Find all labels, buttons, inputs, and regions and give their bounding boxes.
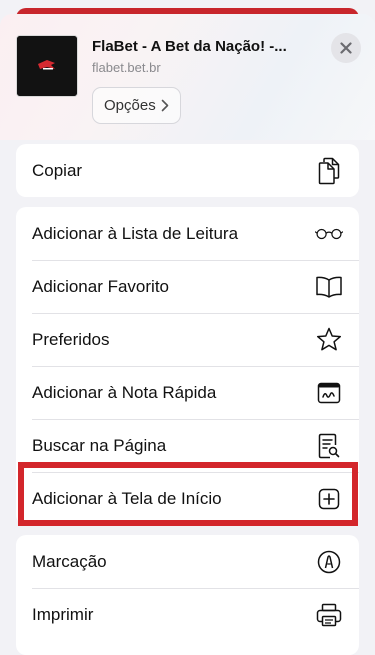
share-sheet-header: FlaBet - A Bet da Nação! -... flabet.bet… xyxy=(0,14,375,140)
markup-icon xyxy=(315,548,343,576)
action-label: Preferidos xyxy=(32,329,110,349)
action-label: Marcação xyxy=(32,551,107,571)
book-icon xyxy=(315,273,343,301)
action-label: Copiar xyxy=(32,160,83,180)
copy-icon xyxy=(315,157,343,185)
action-copy[interactable]: Copiar xyxy=(16,144,359,197)
site-logo-icon xyxy=(17,36,77,96)
site-thumbnail xyxy=(16,35,78,97)
glasses-icon xyxy=(315,220,343,248)
options-button[interactable]: Opções xyxy=(92,87,181,124)
action-markup[interactable]: Marcação xyxy=(16,535,359,588)
action-label: Adicionar à Nota Rápida xyxy=(32,382,217,402)
options-label: Opções xyxy=(104,97,156,114)
action-favorites[interactable]: Preferidos xyxy=(16,313,359,366)
chevron-right-icon xyxy=(161,99,169,112)
site-url: flabet.bet.br xyxy=(92,60,161,75)
star-icon xyxy=(315,326,343,354)
close-button[interactable] xyxy=(331,33,361,63)
quick-note-icon xyxy=(315,379,343,407)
highlight-annotation xyxy=(18,462,358,526)
action-add-reading-list[interactable]: Adicionar à Lista de Leitura xyxy=(16,207,359,260)
action-print[interactable]: Imprimir xyxy=(16,588,359,641)
find-in-page-icon xyxy=(315,432,343,460)
action-group-secondary: Marcação Imprimir xyxy=(16,535,359,655)
action-add-bookmark[interactable]: Adicionar Favorito xyxy=(16,260,359,313)
action-group-copy: Copiar xyxy=(16,144,359,197)
action-label: Adicionar à Lista de Leitura xyxy=(32,223,239,243)
action-label: Buscar na Página xyxy=(32,435,167,455)
close-icon xyxy=(340,42,352,54)
action-add-quick-note[interactable]: Adicionar à Nota Rápida xyxy=(16,366,359,419)
action-label: Imprimir xyxy=(32,604,94,624)
site-title: FlaBet - A Bet da Nação! -... xyxy=(92,38,287,55)
action-label: Adicionar Favorito xyxy=(32,276,170,296)
printer-icon xyxy=(315,601,343,629)
